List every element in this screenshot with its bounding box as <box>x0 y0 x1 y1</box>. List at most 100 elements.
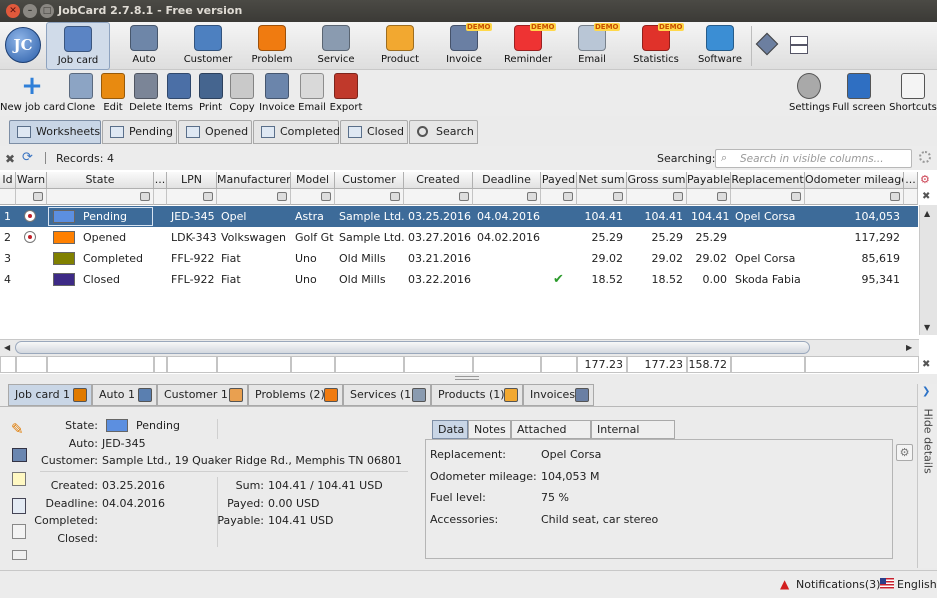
table-row[interactable]: 4 Closed FFL-922 Fiat Uno Old Mills 03.22.2016… <box>0 269 918 290</box>
language-selector[interactable]: English <box>897 578 937 591</box>
grid-settings-icon[interactable] <box>919 151 931 163</box>
column-header-payed-10[interactable]: Payed <box>541 172 577 189</box>
horizontal-scrollbar[interactable]: ◀ ▶ <box>0 339 919 356</box>
column-header-payable-13[interactable]: Payable <box>687 172 731 189</box>
detail-tab-services-1[interactable]: Services (1) <box>343 384 431 406</box>
panel-settings-icon[interactable]: ⚙ <box>896 444 913 461</box>
column-header-manufacturer-5[interactable]: Manufacturer <box>217 172 291 189</box>
column-header-state-2[interactable]: State <box>47 172 154 189</box>
notifications-link[interactable]: Notifications(3) <box>796 578 880 591</box>
tab-worksheets[interactable]: Worksheets <box>9 120 101 144</box>
maximize-window-button[interactable]: □ <box>40 4 54 18</box>
scroll-left-arrow[interactable]: ◀ <box>4 343 10 352</box>
detail-tab-invoices[interactable]: Invoices <box>523 384 594 406</box>
column-filter-9[interactable] <box>473 189 541 205</box>
action-items-button[interactable]: Items <box>163 72 195 116</box>
toolbar-service-button[interactable]: Service <box>304 22 368 70</box>
table-row[interactable]: 1 Pending JED-345 Opel Astra Sample Ltd. 03.25… <box>0 206 918 227</box>
detail-tab-products-1[interactable]: Products (1) <box>431 384 523 406</box>
column-filter-16[interactable] <box>904 189 918 205</box>
column-filter-13[interactable] <box>687 189 731 205</box>
action-edit-button[interactable]: Edit <box>98 72 128 116</box>
clear-totals-icon[interactable]: ✖ <box>922 359 930 370</box>
column-header-deadline-9[interactable]: Deadline <box>473 172 541 189</box>
action-delete-button[interactable]: Delete <box>128 72 163 116</box>
column-header--16[interactable]: ... <box>904 172 918 189</box>
column-filter-5[interactable] <box>217 189 291 205</box>
column-filter-14[interactable] <box>731 189 805 205</box>
vertical-scrollbar[interactable]: ▲ ▼ <box>919 205 937 335</box>
toolbar-customer-button[interactable]: Customer <box>176 22 240 70</box>
detail-tab-auto-1[interactable]: Auto 1 <box>92 384 157 406</box>
scroll-right-arrow[interactable]: ▶ <box>906 343 912 352</box>
column-header-warn-1[interactable]: Warn <box>16 172 47 189</box>
minimize-window-button[interactable]: – <box>23 4 37 18</box>
column-header-id-0[interactable]: Id <box>0 172 16 189</box>
toolbar-email-button[interactable]: DEMO Email <box>560 22 624 70</box>
tab-completed[interactable]: Completed <box>253 120 340 144</box>
column-header-created-8[interactable]: Created <box>404 172 473 189</box>
column-filter-15[interactable] <box>805 189 904 205</box>
close-window-button[interactable]: ✕ <box>6 4 20 18</box>
toolbar-full-screen-button[interactable]: Full screen <box>832 72 886 116</box>
action-invoice-button[interactable]: Invoice <box>258 72 296 116</box>
splitter-handle[interactable] <box>455 376 479 380</box>
column-header-net-sum-11[interactable]: Net sum <box>577 172 627 189</box>
detail-tab-problems-2[interactable]: Problems (2) <box>248 384 343 406</box>
column-header-lpn-4[interactable]: LPN <box>167 172 217 189</box>
column-filter-6[interactable] <box>291 189 335 205</box>
detail-tab-customer-1[interactable]: Customer 1 <box>157 384 248 406</box>
action-print-button[interactable]: Print <box>195 72 226 116</box>
note-tab-notes[interactable]: Notes <box>468 420 511 439</box>
column-filter-10[interactable] <box>541 189 577 205</box>
action-new-job-card-button[interactable]: + New job card <box>0 72 65 116</box>
note-tab-attached-files[interactable]: Attached files <box>511 420 591 453</box>
table-row[interactable]: 2 Opened LDK-343 Volkswagen Golf Gt Sample Lt… <box>0 227 918 248</box>
toolbar-invoice-button[interactable]: DEMO Invoice <box>432 22 496 70</box>
toolbar-statistics-button[interactable]: DEMO Statistics <box>624 22 688 70</box>
column-filter-7[interactable] <box>335 189 404 205</box>
column-filter-0[interactable] <box>0 189 16 205</box>
column-header-replacement-14[interactable]: Replacement <box>731 172 805 189</box>
note-tab-data[interactable]: Data <box>432 420 468 439</box>
layout-toggle-icon[interactable] <box>755 32 779 56</box>
toolbar-product-button[interactable]: Product <box>368 22 432 70</box>
column-filter-1[interactable] <box>16 189 47 205</box>
column-filter-11[interactable] <box>577 189 627 205</box>
action-export-button[interactable]: Export <box>328 72 364 116</box>
column-header--3[interactable]: ... <box>154 172 167 189</box>
tab-pending[interactable]: Pending <box>102 120 177 144</box>
clear-filters-icon[interactable]: ✖ <box>922 191 930 202</box>
action-email-button[interactable]: Email <box>296 72 328 116</box>
action-clone-button[interactable]: Clone <box>64 72 98 116</box>
column-filter-2[interactable] <box>47 189 154 205</box>
grid-search-input[interactable]: ⌕ Search in visible columns... <box>715 149 912 168</box>
tab-closed[interactable]: Closed <box>340 120 408 144</box>
column-chooser-icon[interactable]: ⚙ <box>920 173 930 186</box>
toolbar-settings-button[interactable]: Settings <box>789 72 830 116</box>
hide-details-toggle[interactable]: ❯ Hide details <box>917 384 937 568</box>
column-header-customer-7[interactable]: Customer <box>335 172 404 189</box>
column-header-gross-sum-12[interactable]: Gross sum <box>627 172 687 189</box>
action-copy-button[interactable]: Copy <box>226 72 258 116</box>
scroll-up-arrow[interactable]: ▲ <box>924 209 930 218</box>
toolbar-shortcuts-button[interactable]: Shortcuts <box>889 72 937 116</box>
clear-filter-icon[interactable]: ✖ <box>5 152 15 166</box>
column-header-model-6[interactable]: Model <box>291 172 335 189</box>
tab-opened[interactable]: Opened <box>178 120 252 144</box>
tab-search[interactable]: Search <box>409 120 478 144</box>
print-icon[interactable] <box>12 448 27 462</box>
column-filter-3[interactable] <box>154 189 167 205</box>
column-filter-4[interactable] <box>167 189 217 205</box>
toolbar-job-card-button[interactable]: Job card <box>46 22 110 70</box>
toolbar-auto-button[interactable]: Auto <box>112 22 176 70</box>
refresh-icon[interactable]: ⟳ <box>22 150 33 165</box>
toolbar-software-button[interactable]: Software <box>688 22 752 70</box>
column-header-odometer-mileage-15[interactable]: Odometer mileage <box>805 172 904 189</box>
toolbar-problem-button[interactable]: Problem <box>240 22 304 70</box>
edit-pencil-icon[interactable]: ✎ <box>11 420 24 438</box>
column-filter-8[interactable] <box>404 189 473 205</box>
scroll-down-arrow[interactable]: ▼ <box>924 323 930 332</box>
detail-tab-job-card-1[interactable]: Job card 1 <box>8 384 92 406</box>
scroll-thumb[interactable] <box>15 341 810 354</box>
